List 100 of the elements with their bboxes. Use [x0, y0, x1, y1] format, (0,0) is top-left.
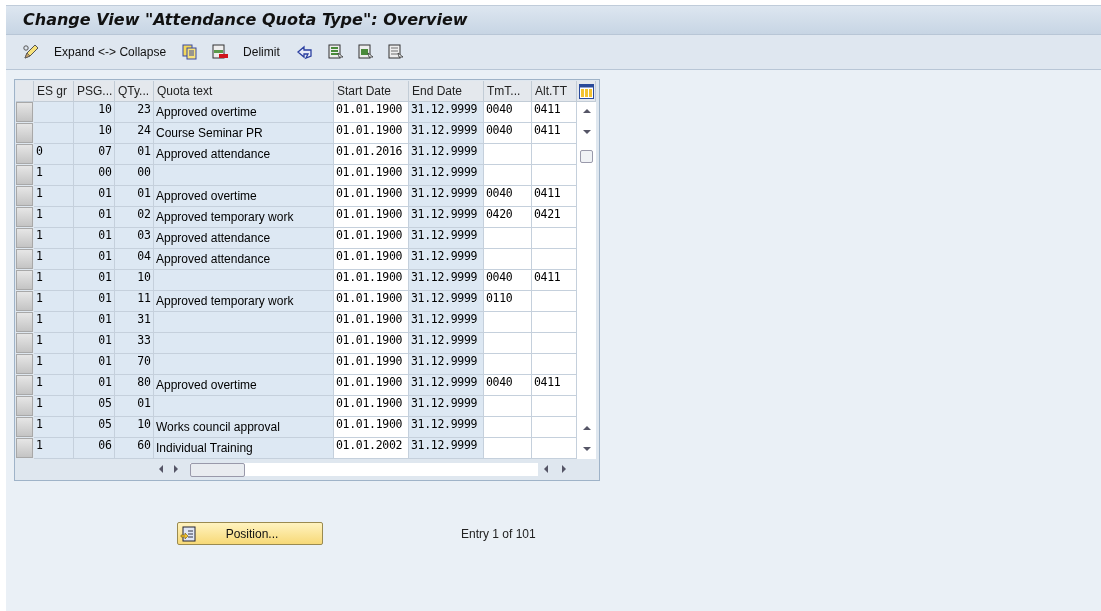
table-cell: 1 [34, 312, 74, 333]
row-selector[interactable] [16, 249, 33, 269]
table-cell: 01.01.1900 [334, 396, 409, 417]
table-cell: 01.01.1900 [334, 123, 409, 144]
table-cell: 00 [115, 165, 154, 186]
table-cell: 0040 [484, 375, 532, 396]
entry-count: Entry 1 of 101 [461, 526, 536, 541]
column-settings-icon[interactable] [578, 83, 594, 99]
row-selector[interactable] [16, 291, 33, 311]
column-header[interactable]: ES gr [34, 81, 74, 102]
table-cell: Approved temporary work [154, 291, 334, 312]
row-selector[interactable] [16, 396, 33, 416]
position-icon [180, 525, 196, 542]
position-button[interactable]: Position... [177, 522, 323, 545]
table-cell: Approved attendance [154, 144, 334, 165]
scroll-thumb[interactable] [190, 462, 245, 477]
table-cell: 0040 [484, 102, 532, 123]
column-header[interactable]: Start Date [334, 81, 409, 102]
column-header[interactable]: Alt.TT [532, 81, 577, 102]
table-cell: 01 [74, 375, 115, 396]
table-cell: 01.01.2002 [334, 438, 409, 459]
table-cell: 01.01.1990 [334, 354, 409, 375]
row-selector[interactable] [16, 123, 33, 143]
table-cell: 1 [34, 417, 74, 438]
table-cell: 01 [74, 270, 115, 291]
toolbar-button[interactable]: Delimit [239, 41, 284, 63]
table-cell: 01.01.1900 [334, 207, 409, 228]
table-cell [484, 333, 532, 354]
table-cell: Approved overtime [154, 375, 334, 396]
table-cell [484, 417, 532, 438]
table-cell: Approved attendance [154, 249, 334, 270]
table-cell: 01.01.1900 [334, 249, 409, 270]
table-cell: 31.12.9999 [409, 165, 484, 186]
table-cell: 01 [74, 354, 115, 375]
table-cell [484, 228, 532, 249]
row-selector[interactable] [16, 165, 33, 185]
table-cell: 31.12.9999 [409, 249, 484, 270]
toolbar-button[interactable]: Expand <-> Collapse [50, 41, 171, 63]
table-cell: 33 [115, 333, 154, 354]
table-cell: 24 [115, 123, 154, 144]
table-cell: 31.12.9999 [409, 144, 484, 165]
table-cell: 1 [34, 354, 74, 375]
row-selector[interactable] [16, 375, 33, 395]
table-cell: 80 [115, 375, 154, 396]
table-cell: 31.12.9999 [409, 270, 484, 291]
table-cell: 10 [115, 417, 154, 438]
select-all-icon [327, 44, 344, 60]
column-header[interactable]: End Date [409, 81, 484, 102]
select-block-icon [357, 44, 374, 60]
table-cell: 01 [74, 291, 115, 312]
row-selector[interactable] [16, 186, 33, 206]
table-cell: 01 [115, 144, 154, 165]
table-cell [34, 102, 74, 123]
table-cell: 01 [74, 186, 115, 207]
table-cell: 31.12.9999 [409, 312, 484, 333]
column-header[interactable]: PSG... [74, 81, 115, 102]
table-cell: 0411 [532, 123, 577, 144]
column-header[interactable]: Quota text [154, 81, 334, 102]
table-cell [484, 165, 532, 186]
row-selector[interactable] [16, 207, 33, 227]
table-cell [484, 396, 532, 417]
row-selector[interactable] [16, 417, 33, 437]
row-selector[interactable] [16, 270, 33, 290]
table-cell: 0411 [532, 186, 577, 207]
row-selector[interactable] [16, 438, 33, 458]
column-header[interactable]: TmT... [484, 81, 532, 102]
row-selector[interactable] [16, 102, 33, 122]
column-header[interactable]: QTy... [115, 81, 154, 102]
table-cell: 01.01.1900 [334, 312, 409, 333]
row-selector[interactable] [16, 228, 33, 248]
table-cell: 01.01.1900 [334, 228, 409, 249]
table-cell: 01 [115, 396, 154, 417]
table-cell: 1 [34, 396, 74, 417]
table-cell: 0040 [484, 270, 532, 291]
row-selector[interactable] [16, 312, 33, 332]
table-cell: 01.01.1900 [334, 291, 409, 312]
table-cell: 10 [74, 102, 115, 123]
scroll-thumb[interactable] [580, 150, 593, 163]
table-cell: 31.12.9999 [409, 102, 484, 123]
copy-icon [182, 44, 199, 60]
table-cell: 1 [34, 333, 74, 354]
table-cell: 31.12.9999 [409, 291, 484, 312]
table-cell: 0 [34, 144, 74, 165]
table-cell: 05 [74, 396, 115, 417]
row-selector[interactable] [16, 333, 33, 353]
table-cell: 1 [34, 249, 74, 270]
table-cell: 0411 [532, 102, 577, 123]
table-cell: 31 [115, 312, 154, 333]
table-cell: 0040 [484, 123, 532, 144]
delete-row-icon [212, 44, 230, 60]
table-cell: Approved temporary work [154, 207, 334, 228]
table-cell: Approved overtime [154, 186, 334, 207]
table-cell: 05 [74, 417, 115, 438]
row-selector[interactable] [16, 354, 33, 374]
table-cell: Approved overtime [154, 102, 334, 123]
table-cell: 0421 [532, 207, 577, 228]
pencil-icon [22, 44, 40, 60]
table-cell: 31.12.9999 [409, 438, 484, 459]
row-selector[interactable] [16, 144, 33, 164]
table-cell: Works council approval [154, 417, 334, 438]
